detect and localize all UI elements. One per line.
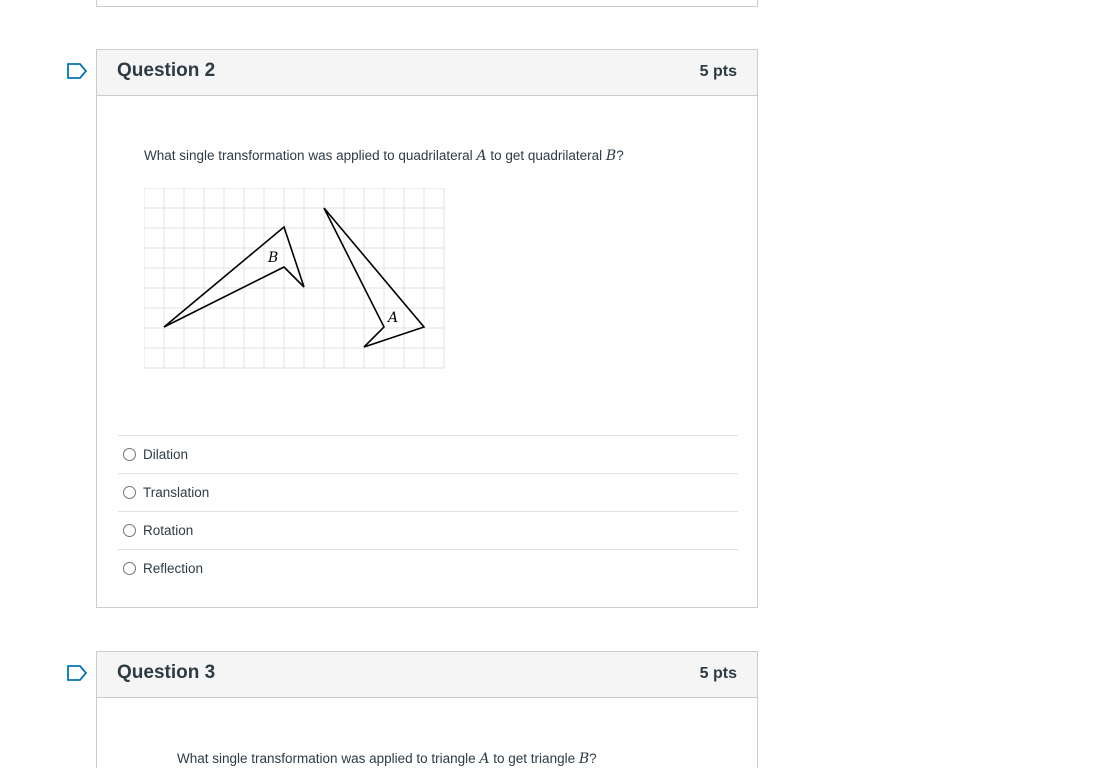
quadrilateral-b: [163, 225, 305, 328]
answer-option[interactable]: Reflection: [118, 549, 738, 587]
previous-question-card: [96, 0, 758, 7]
answer-label: Reflection: [143, 561, 204, 576]
variable-b: B: [605, 148, 617, 164]
question-title: Question 2: [117, 60, 216, 81]
question-title: Question 3: [117, 662, 216, 683]
question-3-card: Question 3 5 pts What single transformat…: [96, 651, 758, 768]
variable-a: A: [479, 751, 490, 767]
question-points: 5 pts: [699, 665, 737, 682]
question-header: Question 3 5 pts: [97, 652, 757, 698]
flag-question-icon[interactable]: [67, 63, 87, 79]
quadrilateral-figure: B A: [144, 188, 445, 369]
label-b: B: [267, 250, 278, 266]
answer-list: Dilation Translation Rotation Reflection: [118, 435, 738, 587]
radio-icon[interactable]: [123, 562, 136, 575]
flag-question-icon[interactable]: [67, 665, 87, 681]
radio-icon[interactable]: [123, 486, 136, 499]
answer-option[interactable]: Translation: [118, 473, 738, 511]
question-2-card: Question 2 5 pts What single transformat…: [96, 49, 758, 608]
question-points: 5 pts: [699, 63, 737, 80]
question-prompt: What single transformation was applied t…: [177, 751, 597, 767]
variable-a: A: [476, 148, 487, 164]
answer-label: Dilation: [143, 447, 189, 462]
answer-option[interactable]: Rotation: [118, 511, 738, 549]
radio-icon[interactable]: [123, 524, 136, 537]
variable-b: B: [578, 751, 590, 767]
answer-label: Rotation: [143, 523, 194, 538]
question-header: Question 2 5 pts: [97, 50, 757, 96]
answer-option[interactable]: Dilation: [118, 435, 738, 473]
question-prompt: What single transformation was applied t…: [144, 148, 624, 164]
quadrilateral-a: [323, 207, 426, 348]
answer-label: Translation: [143, 485, 210, 500]
radio-icon[interactable]: [123, 448, 136, 461]
label-a: A: [386, 310, 398, 326]
